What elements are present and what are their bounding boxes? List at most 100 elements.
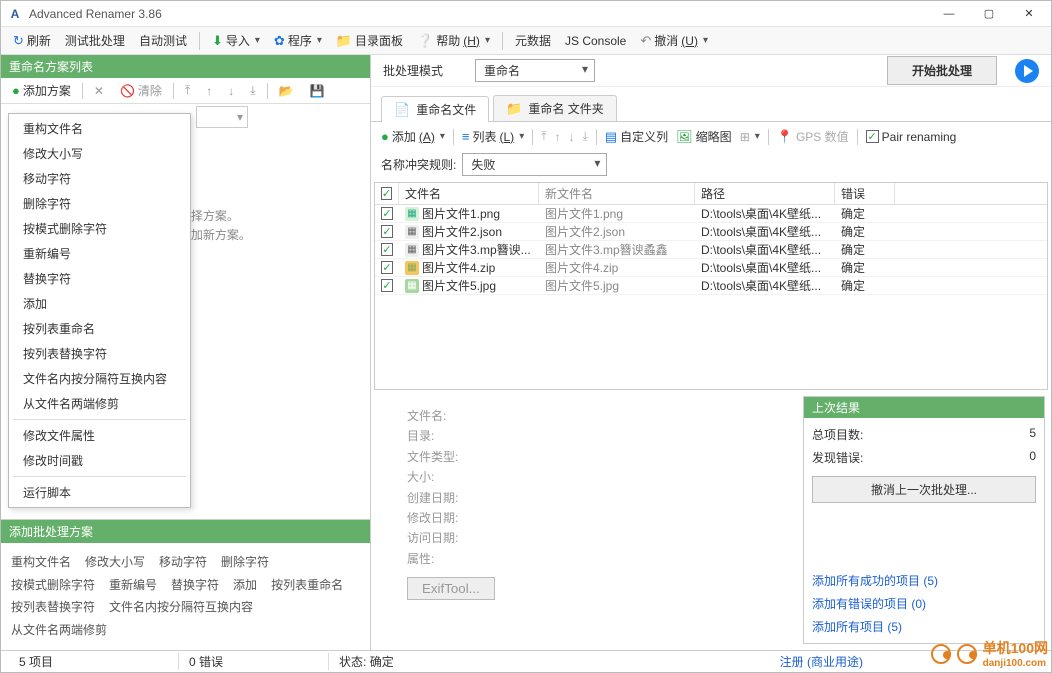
import-button[interactable]: ⬇ 导入	[206, 29, 266, 52]
batch-method-link[interactable]: 删除字符	[221, 551, 269, 574]
menu-item[interactable]: 替换字符	[9, 266, 190, 291]
menu-item[interactable]: 按模式删除字符	[9, 216, 190, 241]
file-icon: ▦	[405, 207, 419, 221]
cell-path: D:\tools\桌面\4K壁纸...	[695, 275, 835, 296]
batch-method-link[interactable]: 按列表重命名	[271, 574, 343, 597]
folder-button[interactable]: 📂	[274, 82, 299, 100]
columns-icon: ▤	[605, 129, 617, 145]
remove-icon: ✕	[94, 84, 104, 98]
window-maximize-button[interactable]: ▢	[969, 2, 1009, 26]
col-newname[interactable]: 新文件名	[539, 183, 695, 204]
thumb-size-button[interactable]: ⊞	[740, 130, 760, 144]
custom-columns-button[interactable]: ▤ 自定义列	[605, 128, 668, 145]
refresh-button[interactable]: ↻ 刷新	[7, 29, 57, 52]
clear-button[interactable]: 🚫 清除	[115, 80, 167, 101]
menu-item[interactable]: 删除字符	[9, 191, 190, 216]
refresh-label: 刷新	[27, 32, 51, 49]
batch-method-link[interactable]: 替换字符	[171, 574, 219, 597]
batch-method-link[interactable]: 重新编号	[109, 574, 157, 597]
move-top-button[interactable]: ⤒	[180, 81, 195, 100]
conflict-select[interactable]: 失败	[462, 153, 607, 176]
menu-item[interactable]: 重构文件名	[9, 116, 190, 141]
table-row[interactable]: ▦图片文件5.jpg图片文件5.jpgD:\tools\桌面\4K壁纸...确定	[375, 277, 1047, 295]
menu-item[interactable]: 移动字符	[9, 166, 190, 191]
gps-button[interactable]: 📍 GPS 数值	[777, 128, 849, 145]
image-icon: 🖼	[676, 129, 693, 145]
row-checkbox[interactable]	[381, 225, 393, 238]
remove-button[interactable]: ✕	[89, 82, 109, 100]
tab-rename-folders[interactable]: 📁 重命名 文件夹	[493, 95, 617, 121]
play-button[interactable]	[1015, 59, 1039, 83]
prop-type: 文件类型:	[407, 447, 767, 467]
menu-item[interactable]: 运行脚本	[9, 480, 190, 505]
tab-rename-files[interactable]: 📄 重命名文件	[381, 96, 489, 122]
move-up-button[interactable]: ↑	[555, 130, 561, 144]
batch-method-link[interactable]: 文件名内按分隔符互换内容	[109, 596, 253, 619]
row-checkbox[interactable]	[381, 243, 393, 256]
program-button[interactable]: ✿ 程序	[268, 29, 328, 52]
menu-item[interactable]: 修改时间戳	[9, 448, 190, 473]
menu-item[interactable]: 修改文件属性	[9, 423, 190, 448]
add-method-button[interactable]: ● 添加方案	[7, 80, 76, 101]
help-button[interactable]: ❔ 帮助 (H)	[411, 29, 496, 52]
clear-label: 清除	[138, 82, 162, 99]
thumbnail-button[interactable]: 🖼 缩略图	[676, 128, 732, 145]
add-errored-link[interactable]: 添加有错误的项目 (0)	[812, 595, 1036, 612]
move-bottom-button[interactable]: ⤓	[583, 129, 588, 144]
menu-item[interactable]: 修改大小写	[9, 141, 190, 166]
auto-test-button[interactable]: 自动测试	[133, 29, 193, 52]
register-link[interactable]: 注册 (商业用途)	[780, 653, 863, 670]
menu-item[interactable]: 按列表替换字符	[9, 341, 190, 366]
batch-mode-select[interactable]: 重命名	[475, 59, 595, 82]
batch-method-link[interactable]: 移动字符	[159, 551, 207, 574]
cell-error: 确定	[835, 275, 895, 296]
menu-item[interactable]: 文件名内按分隔符互换内容	[9, 366, 190, 391]
move-top-button[interactable]: ⤒	[541, 129, 546, 144]
undo-button[interactable]: ↶ 撤消 (U)	[634, 29, 714, 52]
pair-renaming-toggle[interactable]: Pair renaming	[866, 130, 957, 144]
window-minimize-button[interactable]: —	[929, 2, 969, 26]
batch-method-link[interactable]: 按列表替换字符	[11, 596, 95, 619]
menu-item[interactable]: 重新编号	[9, 241, 190, 266]
row-checkbox[interactable]	[381, 279, 393, 292]
folder-panel-button[interactable]: 📁 目录面板	[330, 29, 409, 52]
add-successful-link[interactable]: 添加所有成功的项目 (5)	[812, 572, 1036, 589]
col-path[interactable]: 路径	[695, 183, 835, 204]
window-close-button[interactable]: ✕	[1009, 2, 1049, 26]
menu-item[interactable]: 按列表重命名	[9, 316, 190, 341]
menu-item[interactable]: 从文件名两端修剪	[9, 391, 190, 416]
preset-select[interactable]: ▾	[196, 106, 248, 128]
menu-item[interactable]: 添加	[9, 291, 190, 316]
batch-methods-header: 添加批处理方案	[1, 520, 370, 543]
start-batch-button[interactable]: 开始批处理	[887, 56, 997, 85]
move-down-button[interactable]: ↓	[569, 130, 575, 144]
move-up-button[interactable]: ↑	[201, 82, 217, 100]
pair-checkbox[interactable]	[866, 130, 879, 143]
save-button[interactable]: 💾	[304, 82, 329, 100]
add-all-link[interactable]: 添加所有项目 (5)	[812, 618, 1036, 635]
batch-method-link[interactable]: 修改大小写	[85, 551, 145, 574]
list-button[interactable]: ≡ 列表 (L)	[462, 128, 524, 145]
add-files-button[interactable]: ● 添加 (A)	[381, 128, 445, 145]
window-title: Advanced Renamer 3.86	[29, 7, 929, 21]
test-batch-button[interactable]: 测试批处理	[59, 29, 131, 52]
col-error[interactable]: 错误	[835, 183, 895, 204]
batch-method-link[interactable]: 从文件名两端修剪	[11, 619, 107, 642]
custom-col-label: 自定义列	[620, 128, 668, 145]
metadata-button[interactable]: 元数据	[509, 29, 557, 52]
js-console-button[interactable]: JS Console	[559, 31, 632, 51]
select-all-checkbox[interactable]	[381, 187, 392, 200]
undo-last-batch-button[interactable]: 撤消上一次批处理...	[812, 476, 1036, 503]
batch-method-link[interactable]: 重构文件名	[11, 551, 71, 574]
state-value: 确定	[370, 655, 394, 669]
batch-method-link[interactable]: 添加	[233, 574, 257, 597]
move-down-button[interactable]: ↓	[223, 82, 239, 100]
prop-attrs: 属性:	[407, 549, 767, 569]
col-filename[interactable]: 文件名	[399, 183, 539, 204]
batch-method-link[interactable]: 按模式删除字符	[11, 574, 95, 597]
row-checkbox[interactable]	[381, 207, 393, 220]
move-bottom-button[interactable]: ⤓	[245, 81, 260, 100]
status-state: 状态: 确定	[329, 653, 404, 670]
exiftool-button[interactable]: ExifTool...	[407, 577, 495, 600]
row-checkbox[interactable]	[381, 261, 393, 274]
